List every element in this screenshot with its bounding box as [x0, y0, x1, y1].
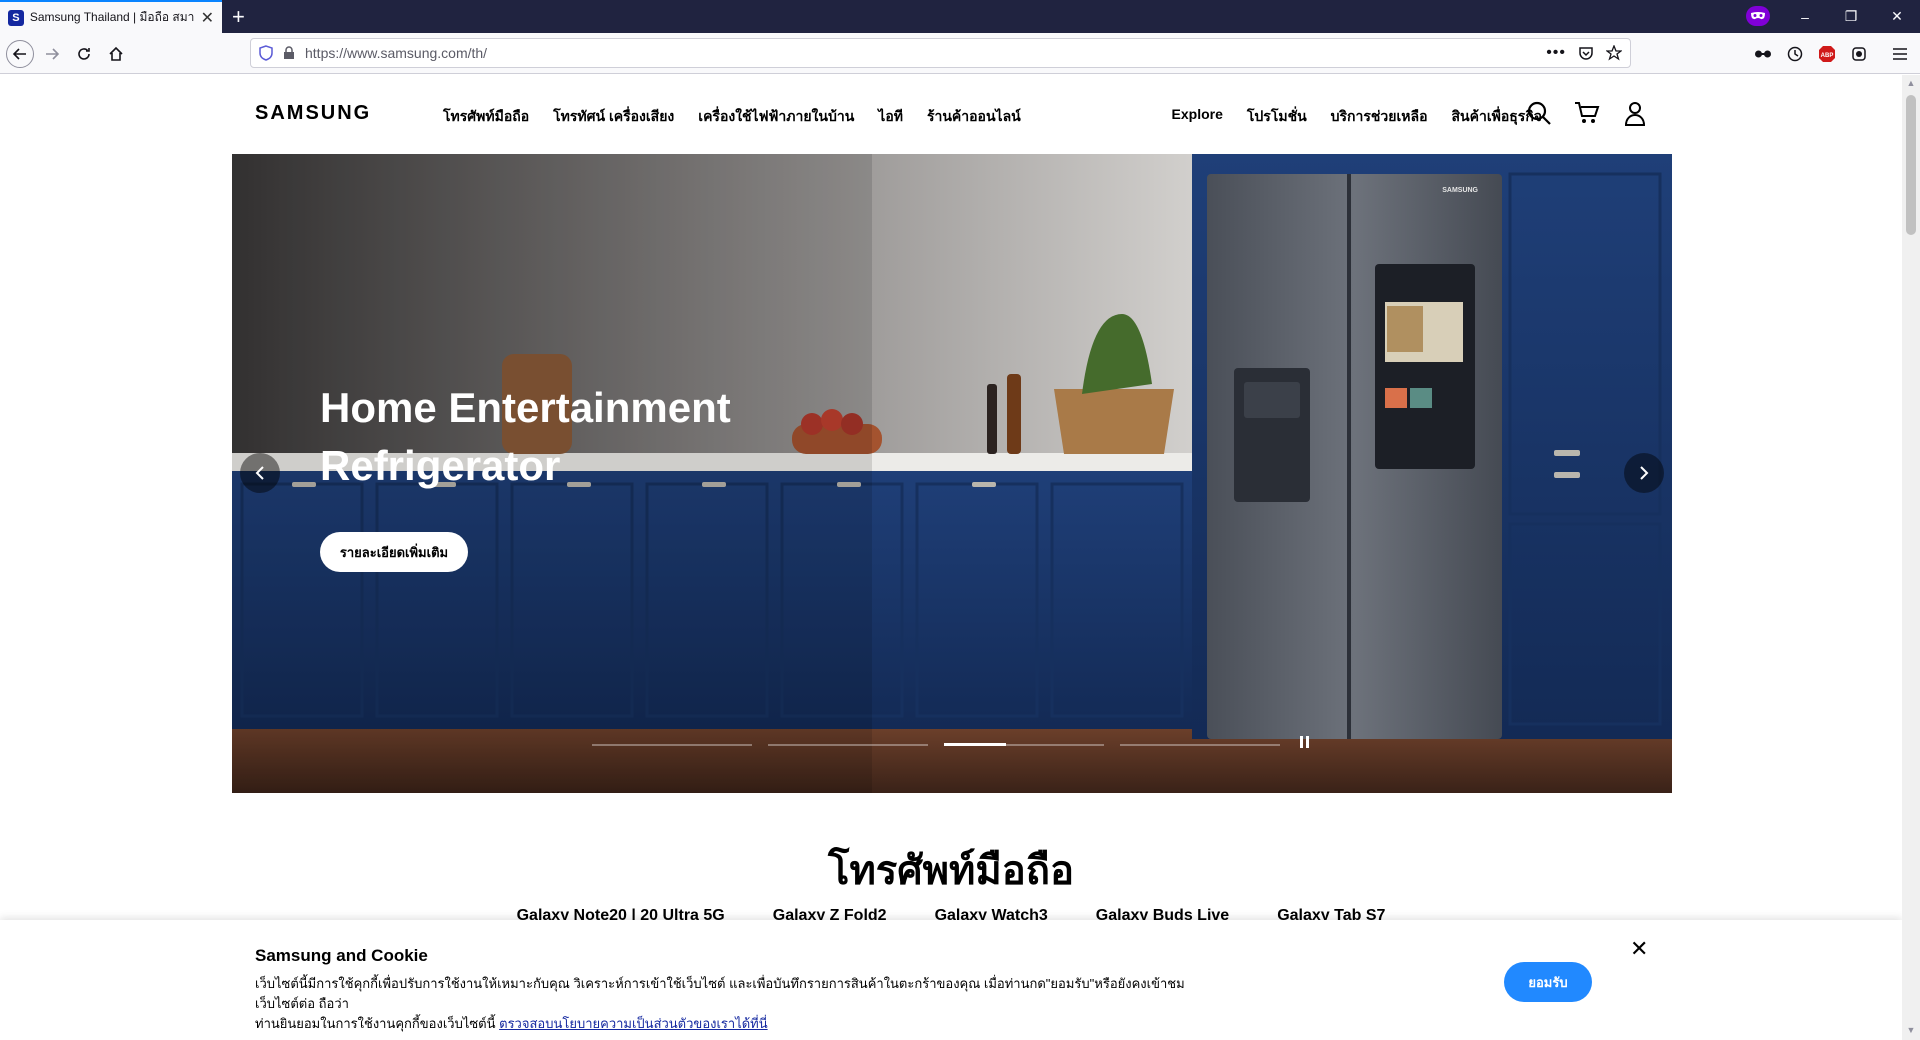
scroll-up-icon[interactable]: ▲ — [1906, 78, 1916, 88]
nav-item-promotions[interactable]: โปรโมชั่น — [1247, 106, 1307, 128]
url-text[interactable]: https://www.samsung.com/th/ — [305, 45, 487, 61]
samsung-logo[interactable]: SAMSUNG — [255, 102, 371, 125]
hero-title: Home Entertainment Refrigerator — [320, 384, 731, 489]
samsung-favicon-icon: S — [8, 9, 24, 26]
hero-learn-more-button[interactable]: รายละเอียดเพิ่มเติม — [320, 532, 468, 572]
cookie-title: Samsung and Cookie — [255, 946, 428, 965]
utility-nav: Explore โปรโมชั่น บริการช่วยเหลือ สินค้า… — [1172, 106, 1542, 128]
nav-item-home-appliances[interactable]: เครื่องใช้ไฟฟ้าภายในบ้าน — [698, 106, 854, 128]
minimize-button[interactable]: – — [1782, 0, 1828, 33]
chevron-right-icon — [1640, 466, 1649, 480]
page-scrollbar[interactable]: ▲ ▼ — [1902, 75, 1920, 1040]
reload-icon — [78, 48, 90, 60]
extension-box-icon[interactable] — [1847, 42, 1871, 66]
hero-carousel: SAMSUNG Home Entertainment Refrigerator … — [232, 154, 1672, 793]
close-window-button[interactable]: ✕ — [1874, 0, 1920, 33]
pocket-icon[interactable] — [1578, 45, 1594, 61]
carousel-next-button[interactable] — [1624, 453, 1664, 493]
scrollbar-thumb[interactable] — [1906, 95, 1916, 235]
chevron-left-icon — [255, 466, 264, 480]
cart-icon[interactable] — [1574, 100, 1600, 126]
fridge-brand-label: SAMSUNG — [1442, 187, 1478, 194]
forward-arrow-icon — [46, 48, 60, 60]
nav-item-it[interactable]: ไอที — [878, 106, 903, 128]
home-button[interactable] — [102, 40, 130, 68]
url-bar[interactable]: https://www.samsung.com/th/ ••• — [250, 38, 1631, 68]
adblock-plus-icon[interactable]: ABP — [1815, 42, 1839, 66]
privacy-policy-link[interactable]: ตรวจสอบนโยบายความเป็นส่วนตัวของเราได้ที่… — [499, 1016, 768, 1031]
browser-tab-active[interactable]: S Samsung Thailand | มือถือ สมาร์ ✕ — [0, 0, 222, 33]
lock-icon[interactable] — [283, 46, 295, 60]
tab-title: Samsung Thailand | มือถือ สมาร์ — [29, 10, 195, 24]
history-clock-icon[interactable] — [1783, 42, 1807, 66]
cookie-accept-button[interactable]: ยอมรับ — [1504, 962, 1592, 1002]
private-browsing-mask-icon — [1746, 6, 1770, 26]
cookie-message: เว็บไซต์นี้มีการใช้คุกกี้เพื่อปรับการใช้… — [255, 974, 1195, 1034]
browser-navbar: https://www.samsung.com/th/ ••• ABP — [0, 33, 1920, 74]
cookie-message-line1: เว็บไซต์นี้มีการใช้คุกกี้เพื่อปรับการใช้… — [255, 976, 1185, 1011]
reload-button[interactable] — [70, 40, 98, 68]
nav-item-explore[interactable]: Explore — [1172, 106, 1223, 128]
web-page: SAMSUNG โทรศัพท์มือถือ โทรทัศน์ เครื่องเ… — [0, 75, 1902, 1040]
carousel-indicator-4[interactable] — [1120, 744, 1280, 746]
carousel-prev-button[interactable] — [240, 453, 280, 493]
section-title-mobile: โทรศัพท์มือถือ — [827, 849, 1075, 893]
nav-item-online-store[interactable]: ร้านค้าออนไลน์ — [927, 106, 1021, 128]
extension-glasses-icon[interactable] — [1751, 42, 1775, 66]
carousel-indicator-2[interactable] — [768, 744, 928, 746]
back-button[interactable] — [6, 40, 34, 68]
tracking-protection-shield-icon[interactable] — [259, 45, 273, 61]
forward-button[interactable] — [38, 40, 66, 68]
carousel-indicator-1[interactable] — [592, 744, 752, 746]
browser-tabstrip: S Samsung Thailand | มือถือ สมาร์ ✕ + – … — [0, 0, 1920, 33]
cookie-message-line2: ท่านยินยอมในการใช้งานคุกกี้ของเว็บไซต์นี… — [255, 1016, 500, 1031]
search-icon[interactable] — [1526, 100, 1552, 126]
home-icon — [109, 46, 123, 61]
nav-item-support[interactable]: บริการช่วยเหลือ — [1331, 106, 1428, 128]
bookmark-star-icon[interactable] — [1606, 45, 1622, 61]
main-nav: โทรศัพท์มือถือ โทรทัศน์ เครื่องเสียง เคร… — [443, 106, 1021, 128]
carousel-indicator-3[interactable] — [944, 743, 1104, 746]
carousel-indicators — [592, 743, 1280, 746]
hamburger-menu-icon[interactable] — [1888, 42, 1912, 66]
back-arrow-icon — [12, 48, 26, 60]
carousel-pause-icon[interactable] — [1300, 736, 1316, 752]
svg-text:ABP: ABP — [1821, 53, 1834, 59]
new-tab-button[interactable]: + — [232, 4, 245, 30]
scroll-down-icon[interactable]: ▼ — [1906, 1025, 1916, 1035]
user-account-icon[interactable] — [1622, 100, 1648, 126]
cookie-banner: Samsung and Cookie เว็บไซต์นี้มีการใช้คุ… — [0, 920, 1902, 1040]
nav-item-tv-audio[interactable]: โทรทัศน์ เครื่องเสียง — [553, 106, 674, 128]
restore-button[interactable]: ❐ — [1828, 0, 1874, 33]
cookie-close-icon[interactable]: ✕ — [1630, 936, 1648, 962]
site-header: SAMSUNG โทรศัพท์มือถือ โทรทัศน์ เครื่องเ… — [0, 75, 1902, 154]
tab-close-icon[interactable]: ✕ — [201, 8, 214, 28]
page-actions-menu-icon[interactable]: ••• — [1546, 44, 1566, 62]
nav-item-mobile[interactable]: โทรศัพท์มือถือ — [443, 106, 529, 128]
